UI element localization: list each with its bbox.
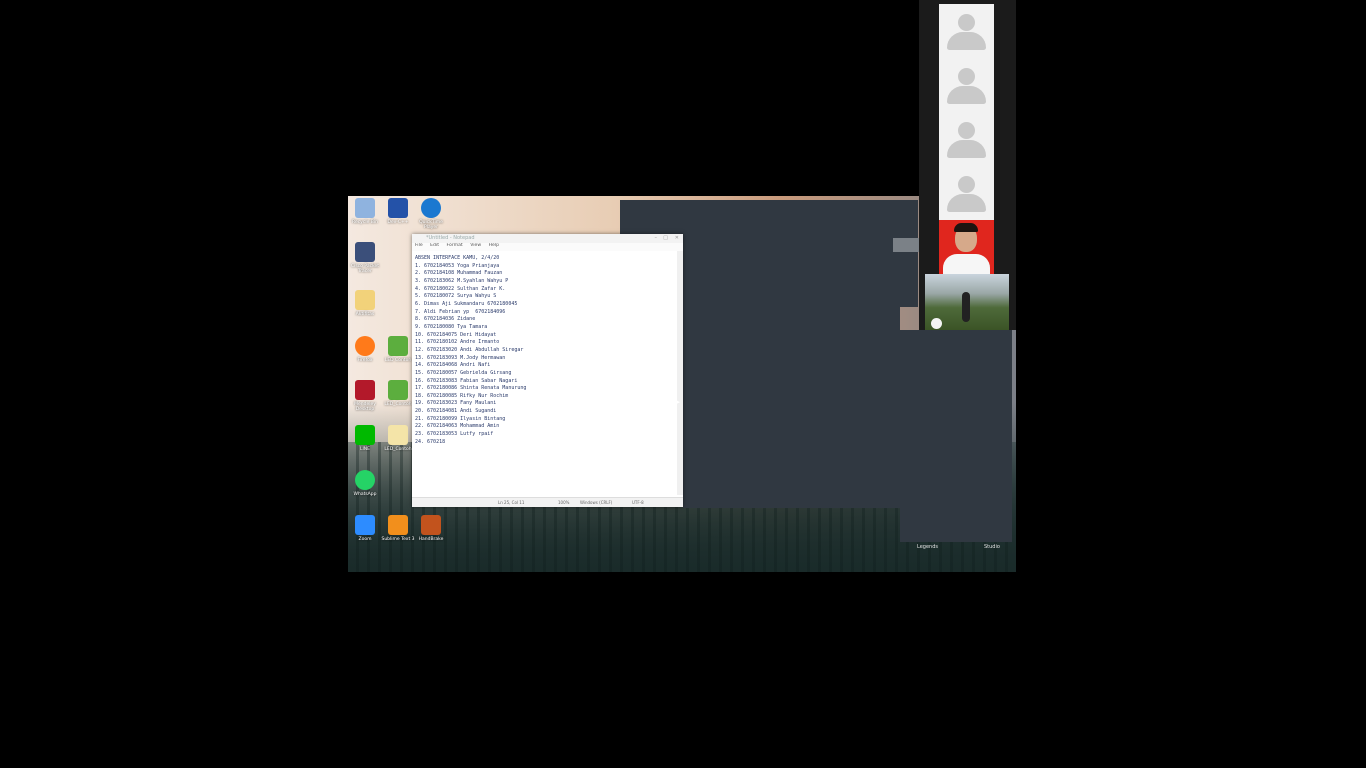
notepad-line: 20. 6702184081 Andi Sugandi xyxy=(415,408,497,415)
menu-file[interactable]: File xyxy=(415,243,423,248)
devcpp-icon xyxy=(388,198,408,218)
desktop-icon-sublime[interactable]: Sublime Text 3 xyxy=(381,515,415,542)
recycle-bin-icon xyxy=(355,198,375,218)
notepad-line: ABSEN INTERFACE KAMU, 2/4/20 xyxy=(415,255,500,261)
notepad-line: 10. 6702184075 Deri Hidayat xyxy=(415,331,497,338)
notepad-line: 7. Aldi Febrian yp 6702184096 xyxy=(415,308,506,315)
avatar-head-icon xyxy=(958,176,975,193)
close-icon[interactable]: ✕ xyxy=(675,235,679,241)
participant-video-portrait[interactable] xyxy=(939,220,994,274)
notepad-text-area[interactable]: ABSEN INTERFACE KAMU, 2/4/20 1. 670218405… xyxy=(415,255,677,446)
notepad-line: 3. 6702183062 M.Syahlan Wahyu P xyxy=(415,277,509,284)
notepad-line: 1. 6702184053 Yoga Prianjaya xyxy=(415,262,500,269)
notepad-line: 16. 6702183083 Fabian Sabar Nagari xyxy=(415,377,518,384)
menu-help[interactable]: Help xyxy=(489,243,499,248)
whatsapp-icon xyxy=(355,470,375,490)
outdoor-person xyxy=(962,292,970,322)
window-fragment xyxy=(893,238,919,252)
notepad-line: 2. 6702184108 Muhammad Fauzan xyxy=(415,270,503,277)
notepad-line: 11. 6702180102 Andre Irmanto xyxy=(415,339,500,346)
notepad-line: 17. 6702180086 Shinta Renata Manurung xyxy=(415,385,527,392)
notepad-titlebar[interactable]: *Untitled - Notepad – □ ✕ xyxy=(412,234,683,243)
sublime-icon xyxy=(388,515,408,535)
portrait-hair xyxy=(954,223,978,232)
avatar-head-icon xyxy=(958,14,975,31)
notepad-line: 19. 6702183023 Fany Maulani xyxy=(415,400,497,407)
participant-tile[interactable] xyxy=(939,166,994,221)
avatar-body-icon xyxy=(947,140,986,158)
packet-tracer-icon xyxy=(355,242,375,262)
desktop-icon-led-contoh-2[interactable]: LED_Contoh xyxy=(381,380,415,407)
script-icon xyxy=(388,336,408,356)
blank-window-right xyxy=(900,330,1012,542)
portrait-shirt xyxy=(943,254,990,274)
notepad-line: 8. 6702184036 Zidane xyxy=(415,316,476,323)
menu-edit[interactable]: Edit xyxy=(430,243,439,248)
avatar-head-icon xyxy=(958,68,975,85)
notepad-line: 15. 6702180057 Gebrielda Girsang xyxy=(415,369,512,376)
menu-format[interactable]: Format xyxy=(447,243,463,248)
notepad-line: 6. Dimas Aji Sukmandaru 6702180045 xyxy=(415,300,518,307)
desktop-icon-led-contoh[interactable]: LED Contoh xyxy=(381,336,415,363)
notepad-menubar: File Edit Format View Help xyxy=(412,243,683,251)
handbrake-icon xyxy=(421,515,441,535)
participant-tile[interactable] xyxy=(939,4,994,59)
desktop-icon-recycle-bin[interactable]: Recycle Bin xyxy=(348,198,382,225)
notepad-line: 9. 6702180080 Tya Tamara xyxy=(415,323,488,330)
desktop-icon-firefox[interactable]: Firefox xyxy=(348,336,382,363)
bottom-left-label: Legends xyxy=(917,544,938,550)
notepad-scrollbar[interactable] xyxy=(677,251,683,495)
participant-video-outdoor[interactable] xyxy=(925,274,1009,330)
notepad-line: 5. 6702180072 Surya Wahyu S xyxy=(415,293,497,300)
status-zoom: 100% xyxy=(558,500,570,505)
desktop-icon-zoom[interactable]: Zoom xyxy=(348,515,382,542)
maximize-icon[interactable]: □ xyxy=(663,235,668,241)
desktop-icon-handbrake[interactable]: HandBrake xyxy=(414,515,448,542)
blank-window-lower xyxy=(683,462,900,508)
status-position: Ln 25, Col 11 xyxy=(498,500,525,505)
script-icon xyxy=(388,380,408,400)
desktop-icon-mendeley[interactable]: Mendeley Desktop xyxy=(348,380,382,413)
avatar-body-icon xyxy=(947,86,986,104)
desktop-icon-aktifitas[interactable]: Aktifitas xyxy=(348,290,382,317)
notepad-title: *Untitled - Notepad xyxy=(426,235,475,241)
firefox-icon xyxy=(355,336,375,356)
file-icon xyxy=(388,425,408,445)
avatar-body-icon xyxy=(947,32,986,50)
avatar-body-icon xyxy=(947,194,986,212)
desktop-icon-quicktime[interactable]: QuickTime Player xyxy=(414,198,448,231)
minimize-icon[interactable]: – xyxy=(655,235,658,241)
menu-view[interactable]: View xyxy=(470,243,481,248)
notepad-line: 13. 6702183093 M.Jody Hermawan xyxy=(415,354,506,361)
participant-tile[interactable] xyxy=(939,112,994,167)
folder-icon xyxy=(355,290,375,310)
desktop-icon-line[interactable]: LINE xyxy=(348,425,382,452)
desktop-icon-led-contoh-file[interactable]: LED_Contoh xyxy=(381,425,415,452)
mendeley-icon xyxy=(355,380,375,400)
quicktime-icon xyxy=(421,198,441,218)
notepad-line: 4. 6702180022 Sulthan Zafar K. xyxy=(415,285,506,292)
line-icon xyxy=(355,425,375,445)
status-line-ending: Windows (CRLF) xyxy=(580,500,613,505)
status-encoding: UTF-8 xyxy=(632,500,644,505)
desktop-icon-whatsapp[interactable]: WhatsApp xyxy=(348,470,382,497)
notepad-line: 23. 6702183053 Lutfy rpaif xyxy=(415,431,494,438)
notepad-line: 14. 6702184068 Andri Nafi xyxy=(415,362,491,369)
zoom-icon xyxy=(355,515,375,535)
avatar-head-icon xyxy=(958,122,975,139)
mouse-cursor-icon: ➤ xyxy=(673,398,681,408)
notepad-line: 22. 6702184063 Mohammad Amin xyxy=(415,423,500,430)
notepad-line: 21. 6702180099 Ilyasin Bintang xyxy=(415,415,506,422)
notepad-window[interactable]: *Untitled - Notepad – □ ✕ File Edit Form… xyxy=(412,234,683,507)
notepad-line: 24. 670218 xyxy=(415,438,446,445)
participant-tile[interactable] xyxy=(939,58,994,113)
outdoor-ball xyxy=(931,318,942,329)
notepad-line: 12. 6702183020 Andi Abdullah Siregar xyxy=(415,346,524,353)
bottom-right-label: Studio xyxy=(984,544,1000,550)
notepad-statusbar: Ln 25, Col 11 100% Windows (CRLF) UTF-8 xyxy=(412,497,683,507)
notepad-line: 18. 6702180085 Rifky Nur Rochim xyxy=(415,392,509,399)
desktop-icon-devcpp[interactable]: Dev-C++ xyxy=(381,198,415,225)
desktop-icon-packet-tracer[interactable]: Cisco Packet Tracer xyxy=(348,242,382,275)
